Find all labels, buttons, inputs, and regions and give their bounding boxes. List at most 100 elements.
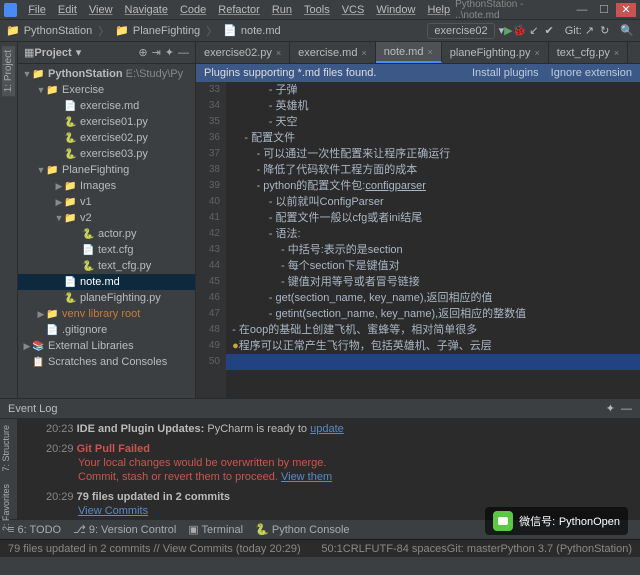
window-title: PythonStation - ..\note.md	[455, 0, 564, 21]
breadcrumb: 📁 PythonStation 〉 📁 PlaneFighting 〉 📄 no…	[6, 23, 281, 39]
status-pyconsole[interactable]: 🐍 Python Console	[255, 523, 349, 536]
close-tab-icon[interactable]: ×	[427, 47, 432, 57]
status-pos[interactable]: 50:1	[321, 543, 342, 555]
tree-folder-images[interactable]: ▶📁Images	[18, 178, 195, 194]
menu-help[interactable]: Help	[422, 2, 455, 18]
tree-file[interactable]: 📄text.cfg	[18, 242, 195, 258]
project-header-label: Project	[34, 47, 71, 59]
status-bar: 79 files updated in 2 commits // View Co…	[0, 539, 640, 557]
left-tool-stripe-2: 7: Structure 2: Favorites	[0, 419, 18, 519]
main-menu: File Edit View Navigate Code Refactor Ru…	[23, 2, 455, 18]
event-log-panel: Event Log ✦ — 7: Structure 2: Favorites …	[0, 398, 640, 519]
editor-tab-active[interactable]: note.md×	[376, 42, 442, 63]
plugin-banner: Plugins supporting *.md files found. Ins…	[196, 64, 640, 82]
breadcrumb-folder[interactable]: PlaneFighting	[133, 25, 200, 37]
view-commits-link[interactable]: View Commits	[78, 505, 148, 517]
install-plugins-link[interactable]: Install plugins	[472, 67, 539, 79]
tree-file-note[interactable]: 📄note.md	[18, 274, 195, 290]
tree-file[interactable]: 🐍actor.py	[18, 226, 195, 242]
tree-folder-v1[interactable]: ▶📁v1	[18, 194, 195, 210]
editor-tab[interactable]: text_cfg.py×	[549, 42, 628, 63]
menu-refactor[interactable]: Refactor	[213, 2, 265, 18]
banner-message: Plugins supporting *.md files found.	[204, 67, 376, 79]
tree-file[interactable]: 🐍exercise03.py	[18, 146, 195, 162]
settings-icon[interactable]: ⊕	[138, 46, 147, 59]
project-tree: ▼📁PythonStation E:\Study\Py ▼📁Exercise 📄…	[18, 64, 195, 398]
tool-tab-favorites[interactable]: 2: Favorites	[0, 478, 12, 537]
close-tab-icon[interactable]: ×	[361, 48, 366, 58]
update-link[interactable]: update	[310, 423, 344, 435]
tree-external-libs[interactable]: ▶📚External Libraries	[18, 338, 195, 354]
close-button[interactable]: ✕	[616, 3, 636, 17]
tree-root[interactable]: ▼📁PythonStation E:\Study\Py	[18, 66, 195, 82]
git-branch-icon[interactable]: ↗	[585, 24, 594, 37]
menu-navigate[interactable]: Navigate	[120, 2, 173, 18]
tree-file[interactable]: 🐍planeFighting.py	[18, 290, 195, 306]
tree-file[interactable]: 📄exercise.md	[18, 98, 195, 114]
collapse-icon[interactable]: ⇥	[152, 46, 161, 59]
vcs-commit-icon[interactable]: ✔	[545, 24, 554, 37]
run-config-selector[interactable]: exercise02	[427, 23, 494, 39]
ignore-extension-link[interactable]: Ignore extension	[551, 67, 632, 79]
menu-file[interactable]: File	[23, 2, 51, 18]
folder-icon: 📁	[115, 24, 129, 37]
close-tab-icon[interactable]: ×	[614, 48, 619, 58]
left-tool-stripe: 1: Project	[0, 42, 18, 398]
close-tab-icon[interactable]: ×	[534, 48, 539, 58]
hide-icon[interactable]: —	[621, 403, 632, 415]
editor-tab[interactable]: planeFighting.py×	[442, 42, 549, 63]
menu-code[interactable]: Code	[175, 2, 211, 18]
editor-tab[interactable]: exercise02.py×	[196, 42, 290, 63]
tree-file[interactable]: 🐍exercise02.py	[18, 130, 195, 146]
menu-run[interactable]: Run	[267, 2, 297, 18]
gear-icon[interactable]: ✦	[606, 402, 615, 415]
tree-folder-planefighting[interactable]: ▼📁PlaneFighting	[18, 162, 195, 178]
gear-icon[interactable]: ✦	[165, 46, 174, 59]
breadcrumb-file[interactable]: note.md	[241, 25, 281, 37]
close-tab-icon[interactable]: ×	[276, 48, 281, 58]
minimize-button[interactable]: —	[572, 3, 592, 17]
menu-window[interactable]: Window	[371, 2, 420, 18]
status-branch[interactable]: Git: master	[447, 543, 501, 555]
status-utf[interactable]: UTF-8	[372, 543, 403, 555]
tree-file[interactable]: 🐍exercise01.py	[18, 114, 195, 130]
view-them-link[interactable]: View them	[281, 471, 332, 483]
wechat-icon	[493, 511, 513, 531]
wechat-overlay: 微信号: PythonOpen	[485, 507, 628, 535]
tree-folder-venv[interactable]: ▶📁venv library root	[18, 306, 195, 322]
search-icon[interactable]: 🔍	[620, 24, 634, 37]
git-history-icon[interactable]: ↻	[600, 24, 609, 37]
tree-file[interactable]: 🐍text_cfg.py	[18, 258, 195, 274]
tree-folder-v2[interactable]: ▼📁v2	[18, 210, 195, 226]
tree-file[interactable]: 📄.gitignore	[18, 322, 195, 338]
debug-button[interactable]: 🐞	[513, 24, 527, 37]
tree-folder-exercise[interactable]: ▼📁Exercise	[18, 82, 195, 98]
editor-tabs: exercise02.py× exercise.md× note.md× pla…	[196, 42, 640, 64]
editor-tab[interactable]: exercise.md×	[290, 42, 376, 63]
status-message: 79 files updated in 2 commits // View Co…	[8, 543, 301, 555]
code-area[interactable]: - 子弹 - 英雄机 - 天空 - 配置文件 - 可以通过一次性配置来让程序正确…	[226, 82, 640, 398]
status-enc[interactable]: CRLF	[343, 543, 372, 555]
title-bar: File Edit View Navigate Code Refactor Ru…	[0, 0, 640, 20]
maximize-button[interactable]: ☐	[594, 3, 614, 17]
menu-vcs[interactable]: VCS	[337, 2, 370, 18]
run-button[interactable]: ▶	[504, 24, 512, 37]
tree-scratches[interactable]: 📋Scratches and Consoles	[18, 354, 195, 370]
breadcrumb-root[interactable]: PythonStation	[24, 25, 93, 37]
menu-view[interactable]: View	[84, 2, 118, 18]
status-terminal[interactable]: ▣ Terminal	[188, 523, 243, 536]
git-label: Git:	[565, 25, 582, 37]
tool-tab-structure[interactable]: 7: Structure	[0, 419, 12, 478]
status-todo[interactable]: ≡ 6: TODO	[8, 524, 61, 536]
tool-tab-project[interactable]: 1: Project	[2, 46, 15, 96]
file-icon: 📄	[223, 24, 237, 37]
nav-bar: 📁 PythonStation 〉 📁 PlaneFighting 〉 📄 no…	[0, 20, 640, 42]
menu-tools[interactable]: Tools	[299, 2, 335, 18]
status-spaces[interactable]: 4 spaces	[403, 543, 447, 555]
status-vc[interactable]: ⎇ 9: Version Control	[73, 523, 176, 536]
hide-icon[interactable]: —	[178, 47, 189, 59]
vcs-update-icon[interactable]: ↙	[529, 24, 538, 37]
status-python[interactable]: Python 3.7 (PythonStation)	[501, 543, 632, 555]
menu-edit[interactable]: Edit	[53, 2, 82, 18]
line-gutter: 333435363738394041424344454647484950	[196, 82, 226, 398]
